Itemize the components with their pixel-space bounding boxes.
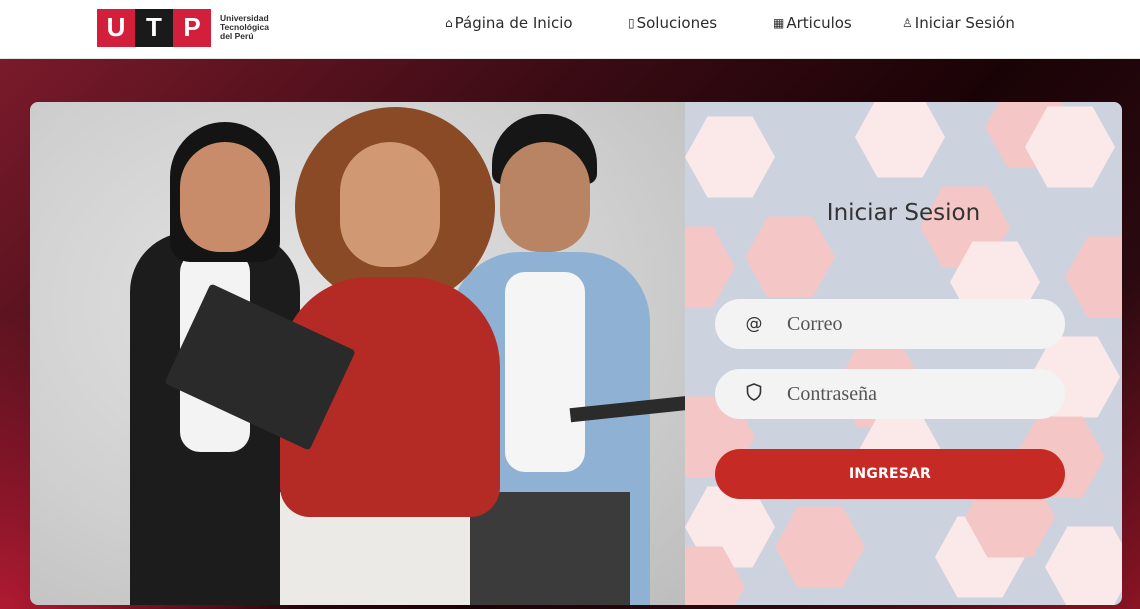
logo-letter-p: P [173, 8, 211, 47]
login-card: Iniciar Sesion @ INGRESAR [30, 102, 1122, 605]
utp-logo[interactable]: U T P Universidad Tecnológica del Perú [97, 8, 280, 47]
nav-item-articulos[interactable]: ▦ Articulos [773, 14, 852, 32]
nav-item-label: Página de Inicio [454, 14, 573, 32]
shield-icon [715, 382, 785, 406]
user-icon: ♙ [902, 16, 913, 30]
nav-item-login[interactable]: ♙ Iniciar Sesión [902, 14, 1015, 32]
home-icon: ⌂ [445, 16, 453, 30]
hex-pattern [685, 226, 735, 308]
nav-item-label: Soluciones [636, 14, 718, 32]
logo-letter-u: U [97, 8, 135, 47]
email-field[interactable]: @ [715, 299, 1065, 349]
nav-item-label: Iniciar Sesión [914, 14, 1015, 32]
login-form-panel: Iniciar Sesion @ INGRESAR [685, 102, 1122, 605]
hex-pattern [775, 506, 865, 588]
logo-letter-t: T [135, 8, 173, 47]
top-navbar: U T P Universidad Tecnológica del Perú ⌂… [0, 0, 1140, 59]
nav-item-label: Articulos [786, 14, 852, 32]
person-left-head [180, 142, 270, 252]
password-input[interactable] [785, 381, 1065, 407]
book-icon: ▯ [628, 16, 635, 30]
login-title: Iniciar Sesion [826, 200, 981, 226]
at-icon: @ [745, 314, 763, 334]
calendar-icon: ▦ [773, 16, 785, 30]
person-right-pants [470, 492, 630, 605]
person-right-head [500, 142, 590, 252]
nav-item-home[interactable]: ⌂ Página de Inicio [445, 14, 573, 32]
nav-item-soluciones[interactable]: ▯ Soluciones [628, 14, 717, 32]
ingresar-button[interactable]: INGRESAR [715, 449, 1065, 499]
hex-pattern [1065, 236, 1122, 318]
hex-pattern [1045, 526, 1122, 605]
person-center-head [340, 142, 440, 267]
email-input[interactable] [785, 311, 1065, 337]
password-field[interactable] [715, 369, 1065, 419]
logo-institution-name: Universidad Tecnológica del Perú [220, 13, 269, 41]
person-right-shirt [505, 272, 585, 472]
students-photo [30, 102, 685, 605]
hex-pattern [685, 116, 775, 198]
hex-pattern [855, 102, 945, 178]
